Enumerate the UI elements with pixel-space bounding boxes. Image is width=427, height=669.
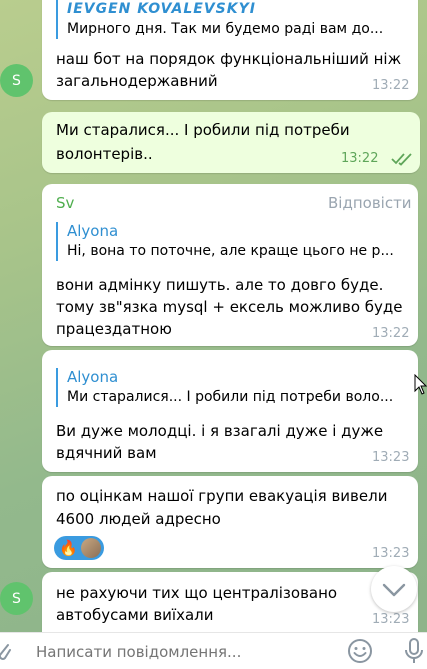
- message-line: тому зв"язка mysql + ексель можливо буде: [56, 298, 403, 316]
- message-time: 13:23: [372, 612, 410, 627]
- message-bubble[interactable]: Sv Відповісти Alyona Ні, вона то поточне…: [42, 184, 418, 346]
- message-input[interactable]: [34, 641, 328, 663]
- reply-text: Ні, вона то поточне, але краще цього не …: [67, 243, 394, 259]
- reply-sender: Alyona: [67, 222, 119, 240]
- reply-quote[interactable]: Alyona Ми старалися... І робили під потр…: [56, 368, 407, 407]
- message-time: 13:22: [372, 78, 410, 93]
- sender-name[interactable]: Sv: [56, 192, 74, 214]
- avatar[interactable]: S: [0, 64, 33, 97]
- microphone-icon[interactable]: [404, 637, 424, 665]
- message-line: по оцінкам нашої групи евакуація вивели: [56, 487, 388, 505]
- message-line: Ви дуже молодці. і я взагалі дуже і дуже: [56, 422, 384, 440]
- message-time: 13:22: [372, 326, 410, 341]
- message-line: вони адмінку пишуть. але то довго буде.: [56, 276, 384, 294]
- chat-history[interactable]: IEVGEN KOVALEVSKYI Мирного дня. Так ми б…: [0, 0, 427, 632]
- reply-sender: Alyona: [67, 368, 119, 386]
- reaction-chip[interactable]: 🔥: [54, 536, 104, 560]
- message-line: загальнодержавний: [56, 72, 218, 90]
- avatar[interactable]: S: [0, 582, 33, 615]
- fire-reaction-icon: 🔥: [59, 539, 78, 557]
- message-line: наш бот на порядок функціональніший ніж: [56, 50, 402, 68]
- reactor-avatar: [81, 538, 101, 558]
- mouse-cursor-icon: [414, 374, 427, 395]
- message-line: волонтерів..: [56, 145, 153, 163]
- message-line: автобусами виїхали: [56, 606, 214, 624]
- scroll-to-bottom-button[interactable]: [371, 566, 417, 612]
- reply-action-label[interactable]: Відповісти: [328, 192, 412, 214]
- reply-text: Ми старалися... І робили під потреби вол…: [67, 389, 394, 405]
- message-bubble[interactable]: IEVGEN KOVALEVSKYI Мирного дня. Так ми б…: [42, 0, 418, 100]
- reply-quote[interactable]: Alyona Ні, вона то поточне, але краще ць…: [56, 222, 407, 261]
- message-bubble[interactable]: Alyona Ми старалися... І робили під потр…: [42, 350, 418, 472]
- message-time: 13:22: [341, 151, 379, 166]
- message-line: 4600 людей адресно: [56, 510, 221, 528]
- message-line: Ми старалися... І робили під потреби: [56, 121, 350, 139]
- message-time: 13:23: [372, 546, 410, 561]
- message-bubble[interactable]: не рахуючи тих що централізовано автобус…: [42, 572, 418, 632]
- message-time: 13:23: [372, 450, 410, 465]
- chevron-down-icon: [382, 583, 406, 597]
- message-bubble-outgoing[interactable]: Ми старалися... І робили під потреби вол…: [42, 112, 420, 173]
- message-bubble[interactable]: по оцінкам нашої групи евакуація вивели …: [42, 476, 418, 568]
- reply-quote[interactable]: IEVGEN KOVALEVSKYI Мирного дня. Так ми б…: [56, 0, 407, 39]
- reply-text: Мирного дня. Так ми будемо раді вам до..…: [67, 21, 384, 37]
- double-check-icon: [391, 153, 412, 166]
- attach-icon[interactable]: [0, 639, 12, 665]
- emoji-icon[interactable]: [347, 638, 373, 664]
- reply-sender: IEVGEN KOVALEVSKYI: [67, 1, 256, 17]
- message-line: не рахуючи тих що централізовано: [56, 584, 338, 602]
- message-line: працездатною: [56, 320, 172, 338]
- message-line: вдячний вам: [56, 444, 157, 462]
- message-composer: [0, 632, 427, 669]
